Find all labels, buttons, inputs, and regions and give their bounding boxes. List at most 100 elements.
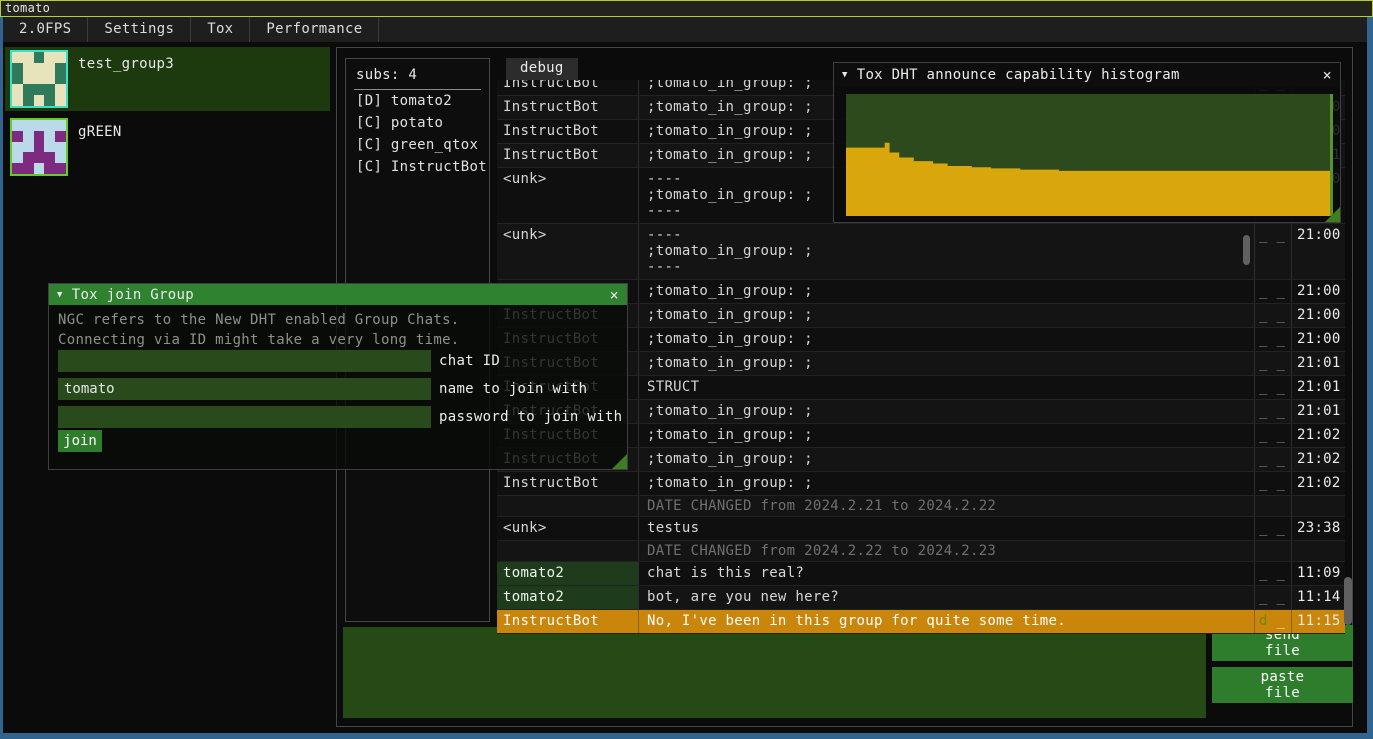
chat-row[interactable]: <unk>testus_ _23:38 xyxy=(497,517,1345,541)
message-text: ;tomato_in_group: ; xyxy=(639,424,1255,447)
sender-name: InstructBot xyxy=(497,120,639,143)
chat-row[interactable]: tomato2bot, are you new here?_ _11:14 xyxy=(497,586,1345,610)
sender-name: <unk> xyxy=(497,168,639,223)
resize-grip[interactable] xyxy=(1325,207,1340,222)
sub-member[interactable]: [D] tomato2 xyxy=(346,90,489,112)
join-group-title: Tox join Group xyxy=(72,287,194,303)
message-time: 21:01 xyxy=(1292,400,1345,423)
dht-histogram-plot xyxy=(846,94,1333,216)
message-time: 11:09 xyxy=(1292,562,1345,585)
message-time: 11:14 xyxy=(1292,586,1345,609)
join-group-window: ▼ Tox join Group × NGC refers to the New… xyxy=(48,283,628,470)
paste-file-button[interactable]: paste file xyxy=(1212,667,1353,703)
message-time xyxy=(1292,496,1345,516)
message-time: 21:00 xyxy=(1292,328,1345,351)
menu-item-tox[interactable]: Tox xyxy=(191,17,250,42)
join-password-label: password to join with xyxy=(439,409,622,425)
chat-row[interactable]: InstructBotNo, I've been in this group f… xyxy=(497,610,1345,634)
message-flags: _ _ xyxy=(1255,586,1292,609)
dht-histogram-window: ▼ Tox DHT announce capability histogram … xyxy=(833,62,1341,223)
message-text: ;tomato_in_group: ; xyxy=(639,328,1255,351)
message-time xyxy=(1292,541,1345,561)
message-time: 21:02 xyxy=(1292,448,1345,471)
message-flags xyxy=(1255,541,1292,561)
sender-name: InstructBot xyxy=(497,472,639,495)
sender-name xyxy=(497,496,639,516)
sender-name: <unk> xyxy=(497,224,639,279)
menu-item-settings[interactable]: Settings xyxy=(88,17,191,42)
message-input[interactable] xyxy=(343,627,1206,718)
group-name-label: gREEN xyxy=(78,124,122,140)
message-time: 21:01 xyxy=(1292,376,1345,399)
message-flags: _ _ xyxy=(1255,352,1292,375)
message-list-scrollbar[interactable] xyxy=(1243,235,1250,265)
message-text: chat is this real? xyxy=(639,562,1255,585)
sub-member[interactable]: [C] green_qtox xyxy=(346,134,489,156)
window-titlebar[interactable]: tomato xyxy=(0,0,1373,17)
message-flags: _ _ xyxy=(1255,424,1292,447)
menu-item-performance[interactable]: Performance xyxy=(250,17,379,42)
message-time: 21:00 xyxy=(1292,304,1345,327)
close-icon[interactable]: × xyxy=(1323,68,1332,82)
message-flags: _ _ xyxy=(1255,328,1292,351)
resize-grip[interactable] xyxy=(612,454,627,469)
tab-debug[interactable]: debug xyxy=(506,58,578,80)
message-text: ;tomato_in_group: ; xyxy=(639,400,1255,423)
message-time: 11:15 xyxy=(1292,610,1345,633)
app-root: 2.0FPSSettingsToxPerformance test_group3… xyxy=(3,17,1367,733)
message-flags: _ _ xyxy=(1255,376,1292,399)
join-name-label: name to join with xyxy=(439,381,587,397)
chat-row[interactable]: DATE CHANGED from 2024.2.22 to 2024.2.23 xyxy=(497,541,1345,562)
chat-row[interactable]: tomato2chat is this real?_ _11:09 xyxy=(497,562,1345,586)
dht-histogram-titlebar[interactable]: ▼ Tox DHT announce capability histogram … xyxy=(834,63,1340,87)
group-avatar xyxy=(10,50,68,108)
message-flags: _ _ xyxy=(1255,448,1292,471)
close-icon[interactable]: × xyxy=(610,288,619,302)
message-time: 23:38 xyxy=(1292,517,1345,540)
message-flags: _ _ xyxy=(1255,400,1292,423)
message-text: ;tomato_in_group: ; xyxy=(639,352,1255,375)
message-text: testus xyxy=(639,517,1255,540)
sender-name: tomato2 xyxy=(497,562,639,585)
group-item-test_group3[interactable]: test_group3 xyxy=(5,47,330,111)
message-text: ---- ;tomato_in_group: ; ---- xyxy=(639,224,1255,279)
join-desc-line1: NGC refers to the New DHT enabled Group … xyxy=(58,312,460,328)
message-flags xyxy=(1255,496,1292,516)
chat-id-input[interactable] xyxy=(58,350,431,372)
join-password-input[interactable] xyxy=(58,406,431,428)
sender-name: InstructBot xyxy=(497,96,639,119)
panel-scrollbar[interactable] xyxy=(1344,577,1352,625)
menu-bar: 2.0FPSSettingsToxPerformance xyxy=(3,17,1367,42)
subs-list: [D] tomato2[C] potato[C] green_qtox[C] I… xyxy=(346,90,489,178)
dht-histogram-title: Tox DHT announce capability histogram xyxy=(857,67,1180,83)
message-flags: d _ xyxy=(1255,610,1292,633)
chat-row[interactable]: DATE CHANGED from 2024.2.21 to 2024.2.22 xyxy=(497,496,1345,517)
message-text: bot, are you new here? xyxy=(639,586,1255,609)
collapse-arrow-icon[interactable]: ▼ xyxy=(57,290,63,300)
chat-row[interactable]: <unk>---- ;tomato_in_group: ; ----_ _21:… xyxy=(497,224,1345,280)
message-flags: _ _ xyxy=(1255,304,1292,327)
message-text: STRUCT xyxy=(639,376,1255,399)
message-text: No, I've been in this group for quite so… xyxy=(639,610,1255,633)
message-flags: _ _ xyxy=(1255,280,1292,303)
sub-member[interactable]: [C] InstructBot xyxy=(346,156,489,178)
subs-count-label: subs: 4 xyxy=(346,59,489,89)
message-text: DATE CHANGED from 2024.2.22 to 2024.2.23 xyxy=(639,541,1255,561)
sub-member[interactable]: [C] potato xyxy=(346,112,489,134)
sender-name: tomato2 xyxy=(497,586,639,609)
group-item-gREEN[interactable]: gREEN xyxy=(5,115,330,171)
menu-item-2-0fps[interactable]: 2.0FPS xyxy=(3,17,88,42)
window-title: tomato xyxy=(5,1,50,15)
message-time: 21:00 xyxy=(1292,280,1345,303)
sender-name xyxy=(497,541,639,561)
message-flags: _ _ xyxy=(1255,224,1292,279)
join-group-titlebar[interactable]: ▼ Tox join Group × xyxy=(49,284,627,305)
message-flags: _ _ xyxy=(1255,562,1292,585)
join-button[interactable]: join xyxy=(58,430,102,452)
join-name-input[interactable] xyxy=(58,378,431,400)
chat-id-label: chat ID xyxy=(439,353,500,369)
collapse-arrow-icon[interactable]: ▼ xyxy=(842,70,848,80)
message-text: DATE CHANGED from 2024.2.21 to 2024.2.22 xyxy=(639,496,1255,516)
chat-row[interactable]: InstructBot;tomato_in_group: ;_ _21:02 xyxy=(497,472,1345,496)
message-time: 21:02 xyxy=(1292,472,1345,495)
